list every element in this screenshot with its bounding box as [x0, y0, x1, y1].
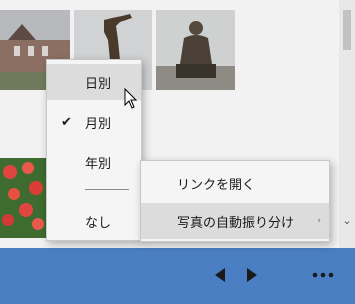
- bottom-navigation-bar: [0, 248, 355, 304]
- ellipsis-icon: [312, 272, 334, 278]
- menu-item-label: 写真の自動振り分け: [177, 215, 295, 231]
- previous-button[interactable]: [210, 264, 230, 286]
- context-menu: リンクを開く 写真の自動振り分け ›: [140, 160, 330, 242]
- photo-thumbnail-statue-seated[interactable]: [156, 10, 235, 90]
- mouse-cursor-icon: [124, 88, 138, 109]
- photo-thumbnail-flowers[interactable]: [0, 158, 46, 238]
- more-options-button[interactable]: [310, 264, 336, 286]
- checkmark-icon: ✔: [61, 114, 72, 130]
- scroll-down-button[interactable]: ⌄: [339, 210, 355, 230]
- menu-item-label: 月別: [85, 116, 112, 132]
- chevron-right-icon: ›: [317, 216, 321, 226]
- group-by-menu: 日別 ✔ 月別 年別 なし: [46, 59, 142, 241]
- menu-separator: [85, 189, 129, 190]
- menu-item-label: 年別: [85, 156, 112, 172]
- menu-item-open-link[interactable]: リンクを開く: [141, 165, 329, 201]
- next-button[interactable]: [242, 264, 262, 286]
- triangle-right-icon: [247, 268, 257, 282]
- triangle-left-icon: [215, 268, 225, 282]
- seated-statue-photo-image: [156, 10, 235, 90]
- menu-item-none[interactable]: なし: [47, 204, 141, 238]
- menu-item-auto-sort-photos[interactable]: 写真の自動振り分け ›: [141, 203, 329, 239]
- chevron-down-icon: ⌄: [342, 213, 352, 227]
- menu-item-by-year[interactable]: 年別: [47, 144, 141, 180]
- scrollbar-thumb[interactable]: [343, 10, 351, 50]
- vertical-scrollbar[interactable]: ⌄: [339, 0, 355, 248]
- menu-item-label: 日別: [85, 76, 112, 92]
- menu-item-label: なし: [85, 215, 112, 231]
- menu-item-label: リンクを開く: [177, 177, 256, 193]
- flowers-photo-image: [0, 158, 46, 238]
